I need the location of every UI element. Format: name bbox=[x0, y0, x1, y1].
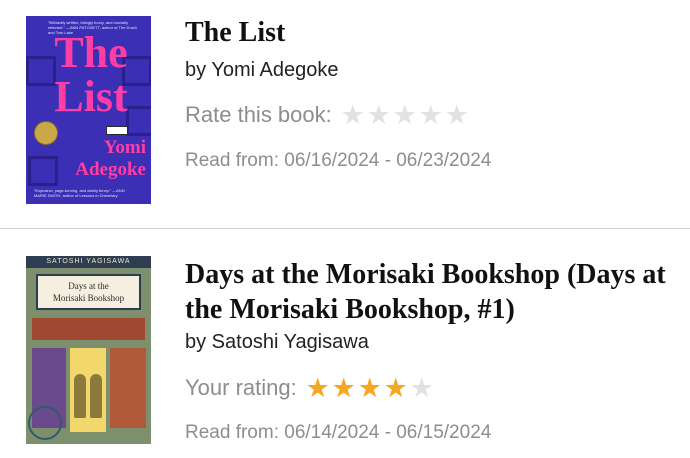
person-silhouette-icon bbox=[74, 374, 86, 418]
cover-sign-line-2: Morisaki Bookshop bbox=[52, 293, 125, 303]
person-silhouette-icon bbox=[90, 374, 102, 418]
cover-pattern bbox=[28, 156, 58, 186]
star-icon[interactable]: ★ bbox=[357, 374, 383, 402]
book-list-item[interactable]: SATOSHI YAGISAWA Days at the Morisaki Bo… bbox=[0, 230, 690, 458]
cover-sign-line-1: Days at the bbox=[68, 281, 109, 291]
award-seal-icon bbox=[34, 121, 58, 145]
rating-label: Your rating: bbox=[185, 375, 297, 400]
list-divider bbox=[0, 228, 690, 229]
book-cover-the-list[interactable]: "Brilliantly written, bitingly funny, an… bbox=[26, 16, 151, 204]
book-list-item[interactable]: "Brilliantly written, bitingly funny, an… bbox=[0, 0, 690, 228]
cover-author-strip: SATOSHI YAGISAWA bbox=[26, 256, 151, 268]
cover-author-line-2: Adegoke bbox=[75, 159, 146, 180]
cover-author-line-1: Yomi bbox=[103, 137, 146, 158]
star-icon[interactable]: ★ bbox=[392, 101, 418, 129]
cover-shop-sign: Days at the Morisaki Bookshop bbox=[36, 274, 141, 310]
book-title[interactable]: Days at the Morisaki Bookshop (Days at t… bbox=[185, 257, 675, 327]
book-author[interactable]: by Yomi Adegoke bbox=[185, 59, 338, 82]
star-rating[interactable]: ★ ★ ★ ★ ★ bbox=[305, 374, 435, 402]
star-icon[interactable]: ★ bbox=[331, 374, 357, 402]
rating-row: Rate this book: ★ ★ ★ ★ ★ bbox=[185, 101, 470, 129]
bookshelf-illustration bbox=[32, 318, 145, 340]
star-icon[interactable]: ★ bbox=[418, 101, 444, 129]
book-cover-morisaki-bookshop[interactable]: SATOSHI YAGISAWA Days at the Morisaki Bo… bbox=[26, 256, 151, 444]
star-icon[interactable]: ★ bbox=[305, 374, 331, 402]
star-icon[interactable]: ★ bbox=[383, 374, 409, 402]
publisher-badge-icon bbox=[106, 126, 128, 135]
star-icon[interactable]: ★ bbox=[340, 101, 366, 129]
star-icon[interactable]: ★ bbox=[366, 101, 392, 129]
bicycle-icon bbox=[28, 406, 62, 440]
read-dates: Read from: 06/16/2024 - 06/23/2024 bbox=[185, 150, 492, 171]
book-title[interactable]: The List bbox=[185, 15, 675, 50]
read-dates: Read from: 06/14/2024 - 06/15/2024 bbox=[185, 422, 492, 443]
star-icon[interactable]: ★ bbox=[409, 374, 435, 402]
cover-blurb-bottom: "Explosive, page-turning, and darkly fun… bbox=[34, 188, 125, 198]
star-icon[interactable]: ★ bbox=[444, 101, 470, 129]
star-rating[interactable]: ★ ★ ★ ★ ★ bbox=[340, 101, 470, 129]
rating-label: Rate this book: bbox=[185, 102, 332, 127]
bookshelf-illustration bbox=[110, 348, 146, 428]
rating-row: Your rating: ★ ★ ★ ★ ★ bbox=[185, 374, 435, 402]
book-author[interactable]: by Satoshi Yagisawa bbox=[185, 331, 369, 354]
cover-title-line-2: List bbox=[54, 72, 128, 121]
cover-title-line-1: The bbox=[54, 28, 128, 77]
